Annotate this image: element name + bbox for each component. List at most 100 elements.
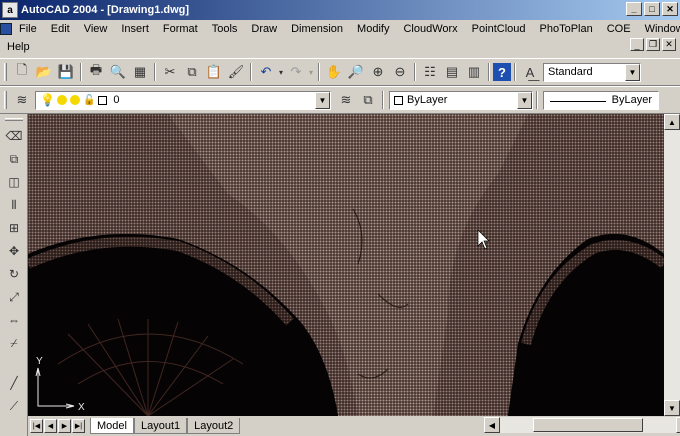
scale-icon[interactable]: ⤢ — [3, 286, 25, 308]
cut-icon[interactable]: ✂ — [159, 61, 181, 83]
save-icon[interactable]: 💾 — [55, 61, 77, 83]
menu-cloudworx[interactable]: CloudWorx — [396, 23, 464, 35]
standard-toolbar: 🗋 📂 💾 🖶 🔍 ▦ ✂ ⧉ 📋 🖌 ↶ ▾ ↷ ▾ ✋ 🔎 ⊕ ⊖ ☷ ▤ … — [0, 58, 680, 86]
line-icon[interactable]: ╱ — [3, 372, 25, 394]
menu-help[interactable]: Help — [0, 41, 37, 53]
offset-icon[interactable]: ⫴ — [3, 194, 25, 216]
next-tab-button[interactable]: ▶ — [58, 419, 71, 433]
design-center-icon[interactable]: ▤ — [441, 61, 463, 83]
pan-icon[interactable]: ✋ — [323, 61, 345, 83]
polyline-icon[interactable]: ⟋ — [3, 395, 25, 417]
open-icon[interactable]: 📂 — [33, 61, 55, 83]
ucs-x-label: X — [78, 402, 85, 413]
color-select[interactable]: ByLayer ▼ — [389, 90, 533, 110]
chevron-down-icon[interactable]: ▼ — [517, 91, 532, 109]
zoom-window-icon[interactable]: ⊕ — [367, 61, 389, 83]
lightbulb-icon[interactable]: 💡 — [40, 93, 55, 107]
linetype-preview — [550, 100, 606, 102]
draw-toolbar: ⌫ ⧉ ◫ ⫴ ⊞ ✥ ↻ ⤢ ⇔ ⌿ ╱ ⟋ — [0, 114, 28, 436]
erase-icon[interactable]: ⌫ — [3, 125, 25, 147]
make-layer-current-icon[interactable]: ≋ — [335, 89, 357, 111]
lock-icon[interactable]: 🔓 — [83, 95, 95, 106]
trim-icon[interactable]: ⌿ — [3, 332, 25, 354]
print-preview-icon[interactable]: 🔍 — [107, 61, 129, 83]
first-tab-button[interactable]: |◀ — [30, 419, 43, 433]
chevron-down-icon[interactable]: ▼ — [625, 63, 640, 81]
viewport-freeze-icon[interactable] — [69, 95, 80, 105]
menu-modify[interactable]: Modify — [350, 23, 396, 35]
layer-select[interactable]: 💡 🔓 0 ▼ — [35, 90, 331, 110]
mirror-icon[interactable]: ◫ — [3, 171, 25, 193]
close-button[interactable]: ✕ — [662, 2, 678, 16]
text-style-icon[interactable]: A͟ — [519, 61, 541, 83]
window-title: AutoCAD 2004 - [Drawing1.dwg] — [21, 4, 190, 16]
array-icon[interactable]: ⊞ — [3, 217, 25, 239]
zoom-realtime-icon[interactable]: 🔎 — [345, 61, 367, 83]
new-icon[interactable]: 🗋 — [11, 61, 33, 83]
match-properties-icon[interactable]: 🖌 — [225, 61, 247, 83]
layer-color-swatch — [98, 95, 108, 105]
tab-layout1[interactable]: Layout1 — [133, 418, 188, 434]
sun-icon[interactable] — [56, 95, 67, 105]
tab-model[interactable]: Model — [90, 418, 134, 434]
menu-view[interactable]: View — [77, 23, 115, 35]
title-bar: a AutoCAD 2004 - [Drawing1.dwg] _ □ ✕ — [0, 0, 680, 20]
scroll-left-button[interactable]: ◀ — [484, 417, 500, 433]
menu-draw[interactable]: Draw — [244, 23, 284, 35]
stretch-icon[interactable]: ⇔ — [3, 309, 25, 331]
doc-close-button[interactable]: ✕ — [662, 38, 676, 51]
menu-photoplan[interactable]: PhoToPlan — [533, 23, 600, 35]
menu-file[interactable]: File — [12, 23, 44, 35]
tab-layout2[interactable]: Layout2 — [187, 418, 241, 434]
toolbar-grip[interactable] — [4, 63, 7, 81]
copy-icon[interactable]: ⧉ — [181, 61, 203, 83]
scroll-track[interactable] — [664, 130, 680, 400]
menu-tools[interactable]: Tools — [205, 23, 245, 35]
undo-icon[interactable]: ↶ — [255, 61, 277, 83]
toolbar-grip[interactable] — [5, 118, 23, 121]
toolbar-grip[interactable] — [4, 91, 7, 109]
menu-insert[interactable]: Insert — [114, 23, 156, 35]
menu-coe[interactable]: COE — [600, 23, 638, 35]
chevron-down-icon[interactable]: ▼ — [315, 91, 330, 109]
layer-previous-icon[interactable]: ⧉ — [357, 89, 379, 111]
layout-tabs-bar: |◀ ◀ ▶ ▶| ModelLayout1Layout2 ◀ ▶ — [28, 416, 680, 436]
menu-dimension[interactable]: Dimension — [284, 23, 350, 35]
document-icon[interactable] — [0, 21, 12, 37]
zoom-previous-icon[interactable]: ⊖ — [389, 61, 411, 83]
prev-tab-button[interactable]: ◀ — [44, 419, 57, 433]
menu-edit[interactable]: Edit — [44, 23, 77, 35]
doc-minimize-button[interactable]: _ — [630, 38, 644, 51]
tool-palettes-icon[interactable]: ▥ — [463, 61, 485, 83]
minimize-button[interactable]: _ — [626, 2, 642, 16]
doc-restore-button[interactable]: ❐ — [646, 38, 660, 51]
move-icon[interactable]: ✥ — [3, 240, 25, 262]
drawing-canvas[interactable]: Y X — [28, 114, 664, 416]
menu-pointcloud[interactable]: PointCloud — [465, 23, 533, 35]
print-icon[interactable]: 🖶 — [85, 61, 107, 83]
autocad-icon[interactable]: a — [2, 2, 18, 18]
rotate-icon[interactable]: ↻ — [3, 263, 25, 285]
help-icon[interactable]: ? — [493, 63, 511, 81]
linetype-select[interactable]: ByLayer — [543, 90, 659, 110]
scroll-down-button[interactable]: ▼ — [664, 400, 680, 416]
horizontal-scrollbar[interactable]: ◀ ▶ — [484, 417, 680, 433]
properties-icon[interactable]: ☷ — [419, 61, 441, 83]
layer-manager-icon[interactable]: ≋ — [11, 89, 33, 111]
last-tab-button[interactable]: ▶| — [72, 419, 85, 433]
scroll-right-button[interactable]: ▶ — [676, 417, 680, 433]
redo-dropdown-icon[interactable]: ▾ — [307, 61, 315, 83]
redo-icon[interactable]: ↷ — [285, 61, 307, 83]
publish-icon[interactable]: ▦ — [129, 61, 151, 83]
menu-format[interactable]: Format — [156, 23, 205, 35]
undo-dropdown-icon[interactable]: ▾ — [277, 61, 285, 83]
copy-object-icon[interactable]: ⧉ — [3, 148, 25, 170]
menu-window[interactable]: Window — [638, 23, 680, 35]
scroll-thumb[interactable] — [533, 418, 643, 432]
paste-icon[interactable]: 📋 — [203, 61, 225, 83]
vertical-scrollbar[interactable]: ▲ ▼ — [664, 114, 680, 416]
layers-toolbar: ≋ 💡 🔓 0 ▼ ≋ ⧉ ByLayer ▼ ByLayer — [0, 86, 680, 114]
maximize-button[interactable]: □ — [644, 2, 660, 16]
scroll-up-button[interactable]: ▲ — [664, 114, 680, 130]
text-style-select[interactable]: Standard ▼ — [543, 62, 641, 82]
